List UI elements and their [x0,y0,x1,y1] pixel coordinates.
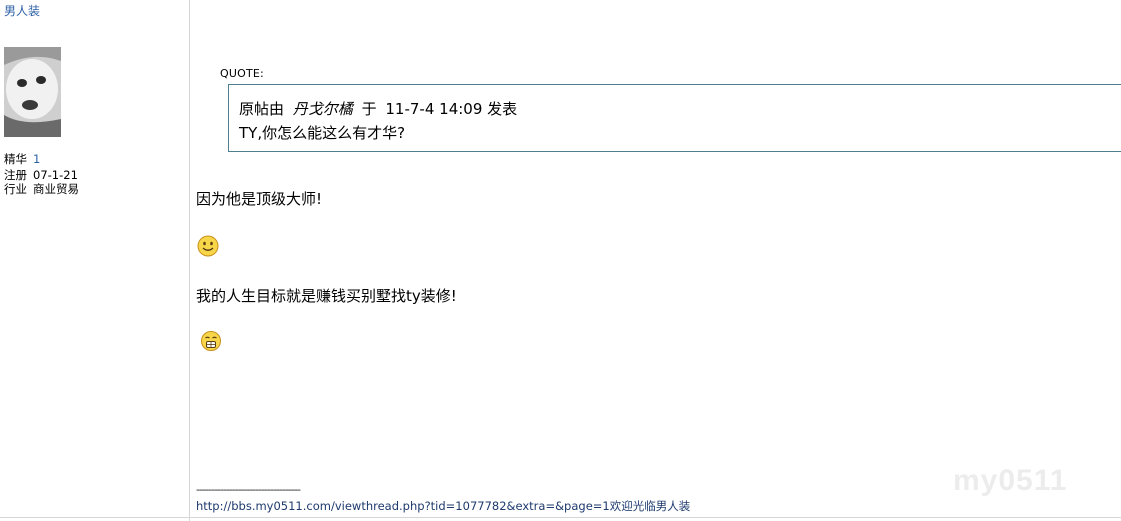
signature-url-link[interactable]: http://bbs.my0511.com/viewthread.php?tid… [196,499,610,513]
quote-prefix: 原帖由 [239,100,285,118]
quote-author: 丹戈尔橘 [292,100,353,118]
author-register-row: 注册 07-1-21 [4,168,78,182]
post-line-2: 我的人生目标就是赚钱买别墅找ty装修! [196,287,457,305]
grin-emoticon-icon [201,331,221,351]
quote-at: 于 [361,100,377,118]
register-label: 注册 [4,168,27,182]
quote-box: 原帖由 丹戈尔橘 于 11-7-4 14:09 发表 TY,你怎么能这么有才华? [228,84,1121,152]
author-username-link[interactable]: 男人装 [4,2,40,19]
quote-text: TY,你怎么能这么有才华? [239,124,406,142]
quote-header: 原帖由 丹戈尔橘 于 11-7-4 14:09 发表 [239,98,517,119]
post-line-1: 因为他是顶级大师! [196,190,323,208]
industry-label: 行业 [4,182,27,196]
register-value: 07-1-21 [33,168,78,182]
author-sidebar: 男人装 精华 1 注册 07-1-21 行业 商业贸易 [0,0,190,521]
author-avatar[interactable] [4,47,61,137]
quote-date: 11-7-4 14:09 [385,100,483,118]
quote-suffix: 发表 [487,100,518,118]
digest-value[interactable]: 1 [33,152,40,166]
author-industry-row: 行业 商业贸易 [4,182,79,196]
author-digest-row: 精华 1 [4,152,40,166]
site-watermark-logo: my0511 [953,464,1068,497]
signature: http://bbs.my0511.com/viewthread.php?tid… [196,498,690,514]
signature-divider: ----------------------------------- [196,483,301,496]
signature-tagline: 欢迎光临男人装 [609,499,691,513]
industry-value: 商业贸易 [33,182,79,196]
baby-photo-avatar-icon [4,47,61,137]
post-content: QUOTE: 原帖由 丹戈尔橘 于 11-7-4 14:09 发表 TY,你怎么… [191,0,1121,521]
smile-emoticon-icon [197,235,219,257]
quote-label: QUOTE: [220,67,264,80]
bottom-divider [0,517,1121,518]
digest-label: 精华 [4,152,27,166]
